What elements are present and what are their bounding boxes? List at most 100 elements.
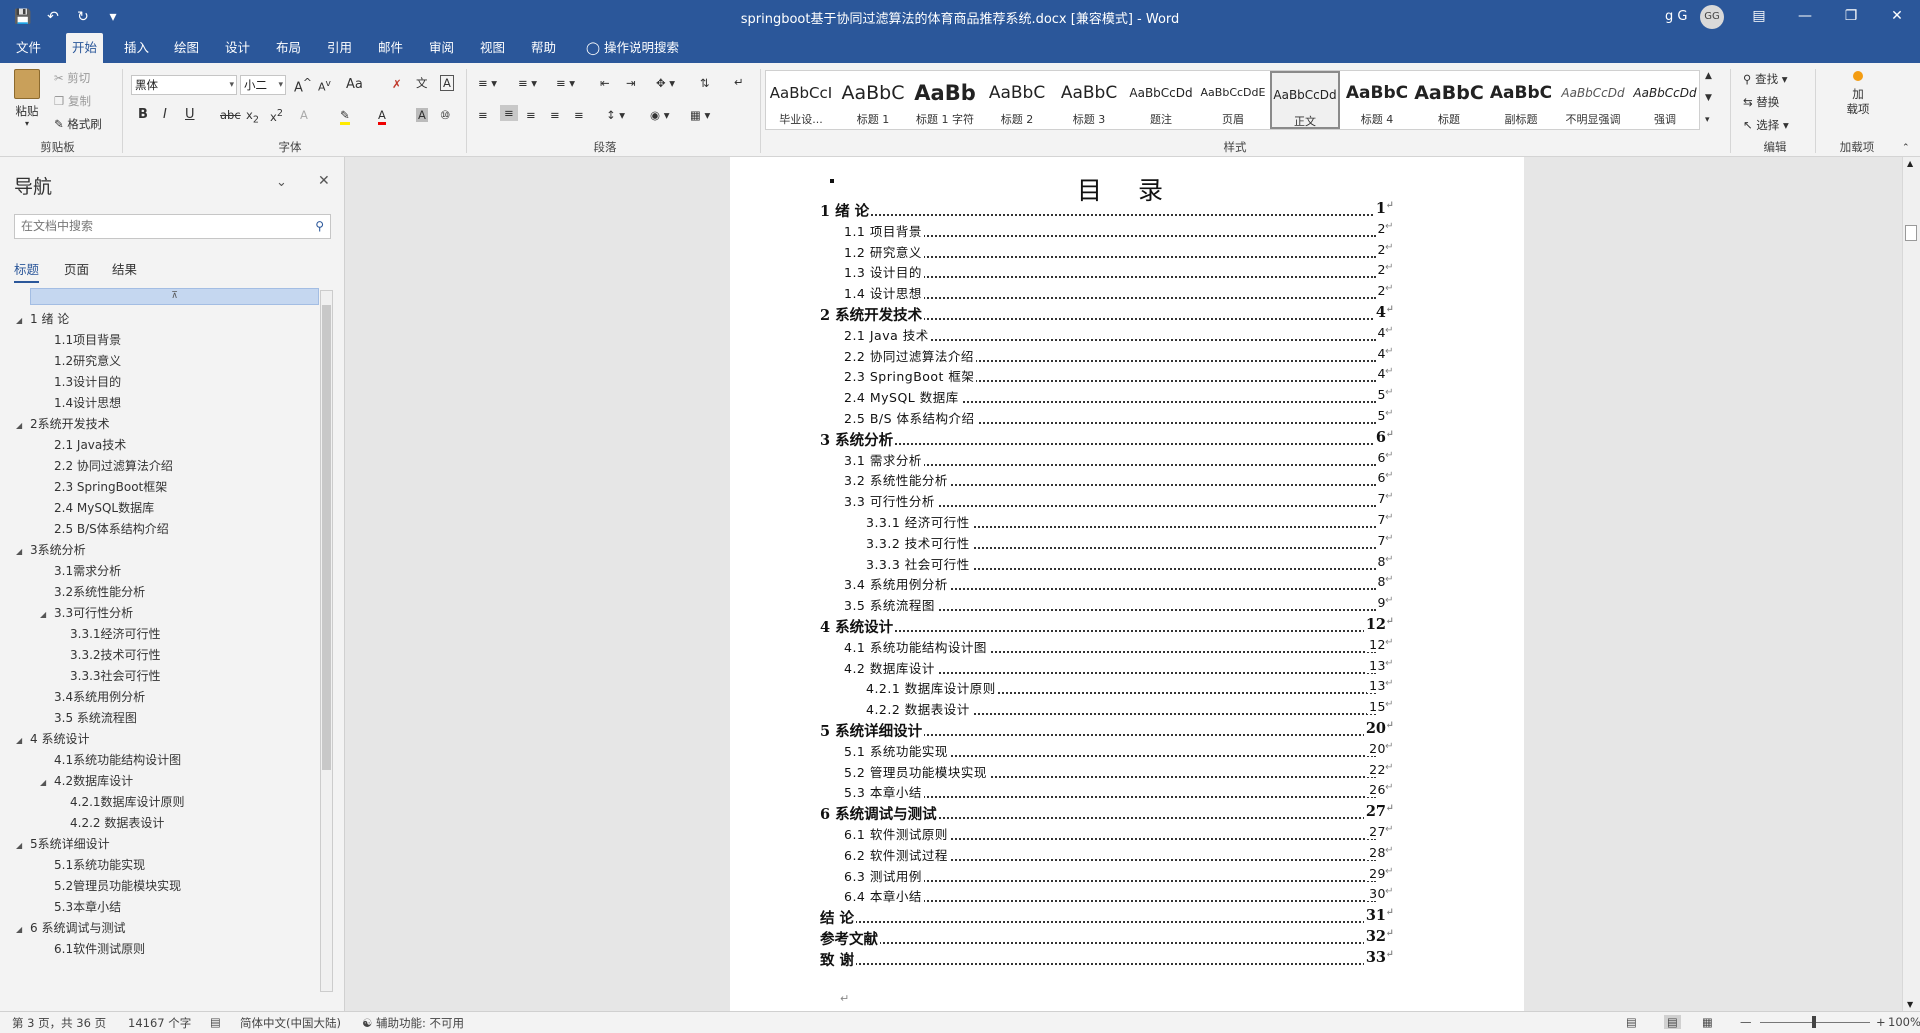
gallery-up-icon[interactable]: ▲: [1705, 71, 1712, 81]
nav-heading-item[interactable]: ◢ 6 系统调试与测试: [16, 918, 125, 938]
toc-entry[interactable]: 3.3.3 社会可行性 8 ↵: [866, 553, 1394, 575]
toc-entry[interactable]: 4.1 系统功能结构设计图 12 ↵: [844, 636, 1394, 658]
clear-format-icon[interactable]: ✗: [392, 77, 402, 91]
style-item-selected[interactable]: AaBbCcDd 正文: [1270, 71, 1340, 129]
copy-button[interactable]: ❐ 复制: [54, 93, 91, 109]
tab-review[interactable]: 审阅: [423, 33, 460, 63]
close-button[interactable]: ✕: [1874, 0, 1920, 33]
toc-entry[interactable]: 4.2.1 数据库设计原则 13 ↵: [866, 678, 1394, 699]
toc-entry[interactable]: 3.1 需求分析 6 ↵: [844, 449, 1394, 471]
nav-heading-item[interactable]: 5.1系统功能实现: [40, 855, 145, 875]
toc-entry[interactable]: 致 谢 33 ↵: [820, 948, 1394, 970]
toc-entry[interactable]: 3.5 系统流程图 9 ↵: [844, 595, 1394, 616]
collapse-triangle-icon[interactable]: ◢: [40, 773, 54, 793]
tab-design[interactable]: 设计: [219, 33, 256, 63]
collapse-ribbon-icon[interactable]: ⌃: [1902, 143, 1910, 153]
zoom-level[interactable]: 100%: [1888, 1015, 1920, 1029]
read-mode-icon[interactable]: ▤: [1626, 1015, 1637, 1029]
toc-entry[interactable]: 2 系统开发技术 4 ↵: [820, 304, 1394, 325]
line-spacing-icon[interactable]: ↕ ▾: [606, 108, 625, 122]
underline-icon[interactable]: U: [185, 107, 195, 122]
collapse-triangle-icon[interactable]: ◢: [16, 311, 30, 331]
style-item[interactable]: AaBbC 标题 1: [838, 71, 908, 129]
restore-button[interactable]: ❐: [1828, 0, 1874, 33]
toc-entry[interactable]: 2.5 B/S 体系结构介绍 5 ↵: [844, 408, 1394, 429]
nav-heading-item[interactable]: 2.4 MySQL数据库: [40, 498, 154, 518]
tab-help[interactable]: 帮助: [525, 33, 562, 63]
style-item[interactable]: AaBbC 副标题: [1486, 71, 1556, 129]
toc-entry[interactable]: 6.3 测试用例 29 ↵: [844, 865, 1394, 887]
tab-insert[interactable]: 插入: [118, 33, 155, 63]
decrease-indent-icon[interactable]: ⇤: [600, 76, 610, 90]
toc-entry[interactable]: 1.2 研究意义 2 ↵: [844, 241, 1394, 263]
nav-heading-item[interactable]: ◢ 5系统详细设计: [16, 834, 110, 854]
vertical-scrollbar[interactable]: ▲ ▼: [1902, 157, 1920, 1011]
tab-layout[interactable]: 布局: [270, 33, 307, 63]
toc-entry[interactable]: 3.3.2 技术可行性 7 ↵: [866, 532, 1394, 554]
nav-heading-item[interactable]: 2.5 B/S体系结构介绍: [40, 519, 169, 539]
highlight-icon[interactable]: ✎: [340, 108, 350, 125]
toc-entry[interactable]: 2.4 MySQL 数据库 5 ↵: [844, 387, 1394, 408]
nav-search-input[interactable]: 在文档中搜索 ⚲: [14, 214, 331, 239]
toc-entry[interactable]: 4.2 数据库设计 13 ↵: [844, 657, 1394, 679]
zoom-in-icon[interactable]: +: [1876, 1015, 1886, 1029]
nav-heading-item[interactable]: 3.3.3社会可行性: [56, 666, 161, 686]
collapse-triangle-icon[interactable]: ◢: [16, 731, 30, 751]
toc-entry[interactable]: 1.1 项目背景 2 ↵: [844, 220, 1394, 242]
multilevel-list-icon[interactable]: ≡ ▾: [556, 76, 575, 90]
collapse-triangle-icon[interactable]: ◢: [16, 542, 30, 562]
toc-entry[interactable]: 3.2 系统性能分析 6 ↵: [844, 470, 1394, 491]
tab-draw[interactable]: 绘图: [168, 33, 205, 63]
tree-scroll-top[interactable]: ⊼: [30, 288, 319, 305]
toc-entry[interactable]: 5.3 本章小结 26 ↵: [844, 782, 1394, 803]
nav-tab-results[interactable]: 结果: [112, 259, 137, 278]
web-layout-icon[interactable]: ▦: [1702, 1015, 1713, 1029]
proofing-icon[interactable]: ▤: [210, 1015, 221, 1029]
toc-entry[interactable]: 1.4 设计思想 2 ↵: [844, 283, 1394, 304]
nav-heading-item[interactable]: 3.3.1经济可行性: [56, 624, 161, 644]
chinese-layout-icon[interactable]: ✥ ▾: [656, 76, 675, 90]
nav-heading-item[interactable]: 1.2研究意义: [40, 351, 121, 371]
toc-entry[interactable]: 6.2 软件测试过程 28 ↵: [844, 844, 1394, 866]
addins-button[interactable]: 加 载项: [1838, 71, 1878, 117]
format-painter-button[interactable]: ✎ 格式刷: [54, 116, 102, 132]
toc-entry[interactable]: 4 系统设计 12 ↵: [820, 616, 1394, 637]
strikethrough-icon[interactable]: abc: [220, 108, 241, 122]
toc-entry[interactable]: 2.1 Java 技术 4 ↵: [844, 324, 1394, 346]
justify-icon[interactable]: ≡: [550, 108, 560, 122]
shrink-font-icon[interactable]: Av: [318, 78, 331, 94]
nav-heading-item[interactable]: 3.2系统性能分析: [40, 582, 145, 602]
increase-indent-icon[interactable]: ⇥: [626, 76, 636, 90]
style-item[interactable]: AaBb 标题 1 字符: [910, 71, 980, 129]
bullets-icon[interactable]: ≡ ▾: [478, 76, 497, 90]
style-item[interactable]: AaBbCcDd 不明显强调: [1558, 71, 1628, 129]
align-right-icon[interactable]: ≡: [526, 108, 536, 122]
collapse-triangle-icon[interactable]: ◢: [16, 920, 30, 940]
nav-heading-item[interactable]: 4.2.2 数据表设计: [56, 813, 164, 833]
show-marks-icon[interactable]: ↵: [734, 75, 744, 89]
shading-icon[interactable]: ◉ ▾: [650, 108, 669, 122]
language-indicator[interactable]: 简体中文(中国大陆): [240, 1015, 341, 1031]
nav-tab-headings[interactable]: 标题: [14, 259, 40, 283]
style-item[interactable]: AaBbCcDd 强调: [1630, 71, 1700, 129]
italic-icon[interactable]: I: [163, 107, 167, 122]
toc-entry[interactable]: 1.3 设计目的 2 ↵: [844, 262, 1394, 283]
style-item[interactable]: AaBbC 标题: [1414, 71, 1484, 129]
enclose-char-icon[interactable]: ⑩: [440, 108, 450, 122]
nav-heading-item[interactable]: 3.5 系统流程图: [40, 708, 137, 728]
chevron-down-icon[interactable]: ⌄: [276, 175, 287, 190]
toc-entry[interactable]: 5 系统详细设计 20 ↵: [820, 720, 1394, 741]
nav-heading-item[interactable]: ◢ 4 系统设计: [16, 729, 89, 749]
numbering-icon[interactable]: ≡ ▾: [518, 76, 537, 90]
minimize-button[interactable]: —: [1782, 0, 1828, 33]
accessibility-status[interactable]: ☯ 辅助功能: 不可用: [362, 1015, 464, 1031]
nav-heading-item[interactable]: 3.4系统用例分析: [40, 687, 145, 707]
scroll-thumb[interactable]: [1905, 225, 1917, 241]
replace-button[interactable]: ⇆ 替换: [1743, 94, 1779, 110]
style-item[interactable]: AaBbCcDd 题注: [1126, 71, 1196, 129]
style-item[interactable]: AaBbC 标题 2: [982, 71, 1052, 129]
subscript-icon[interactable]: x2: [246, 108, 259, 125]
gallery-more-icon[interactable]: ▾: [1705, 115, 1710, 125]
toc-entry[interactable]: 3 系统分析 6 ↵: [820, 428, 1394, 450]
tab-file[interactable]: 文件: [10, 33, 47, 63]
